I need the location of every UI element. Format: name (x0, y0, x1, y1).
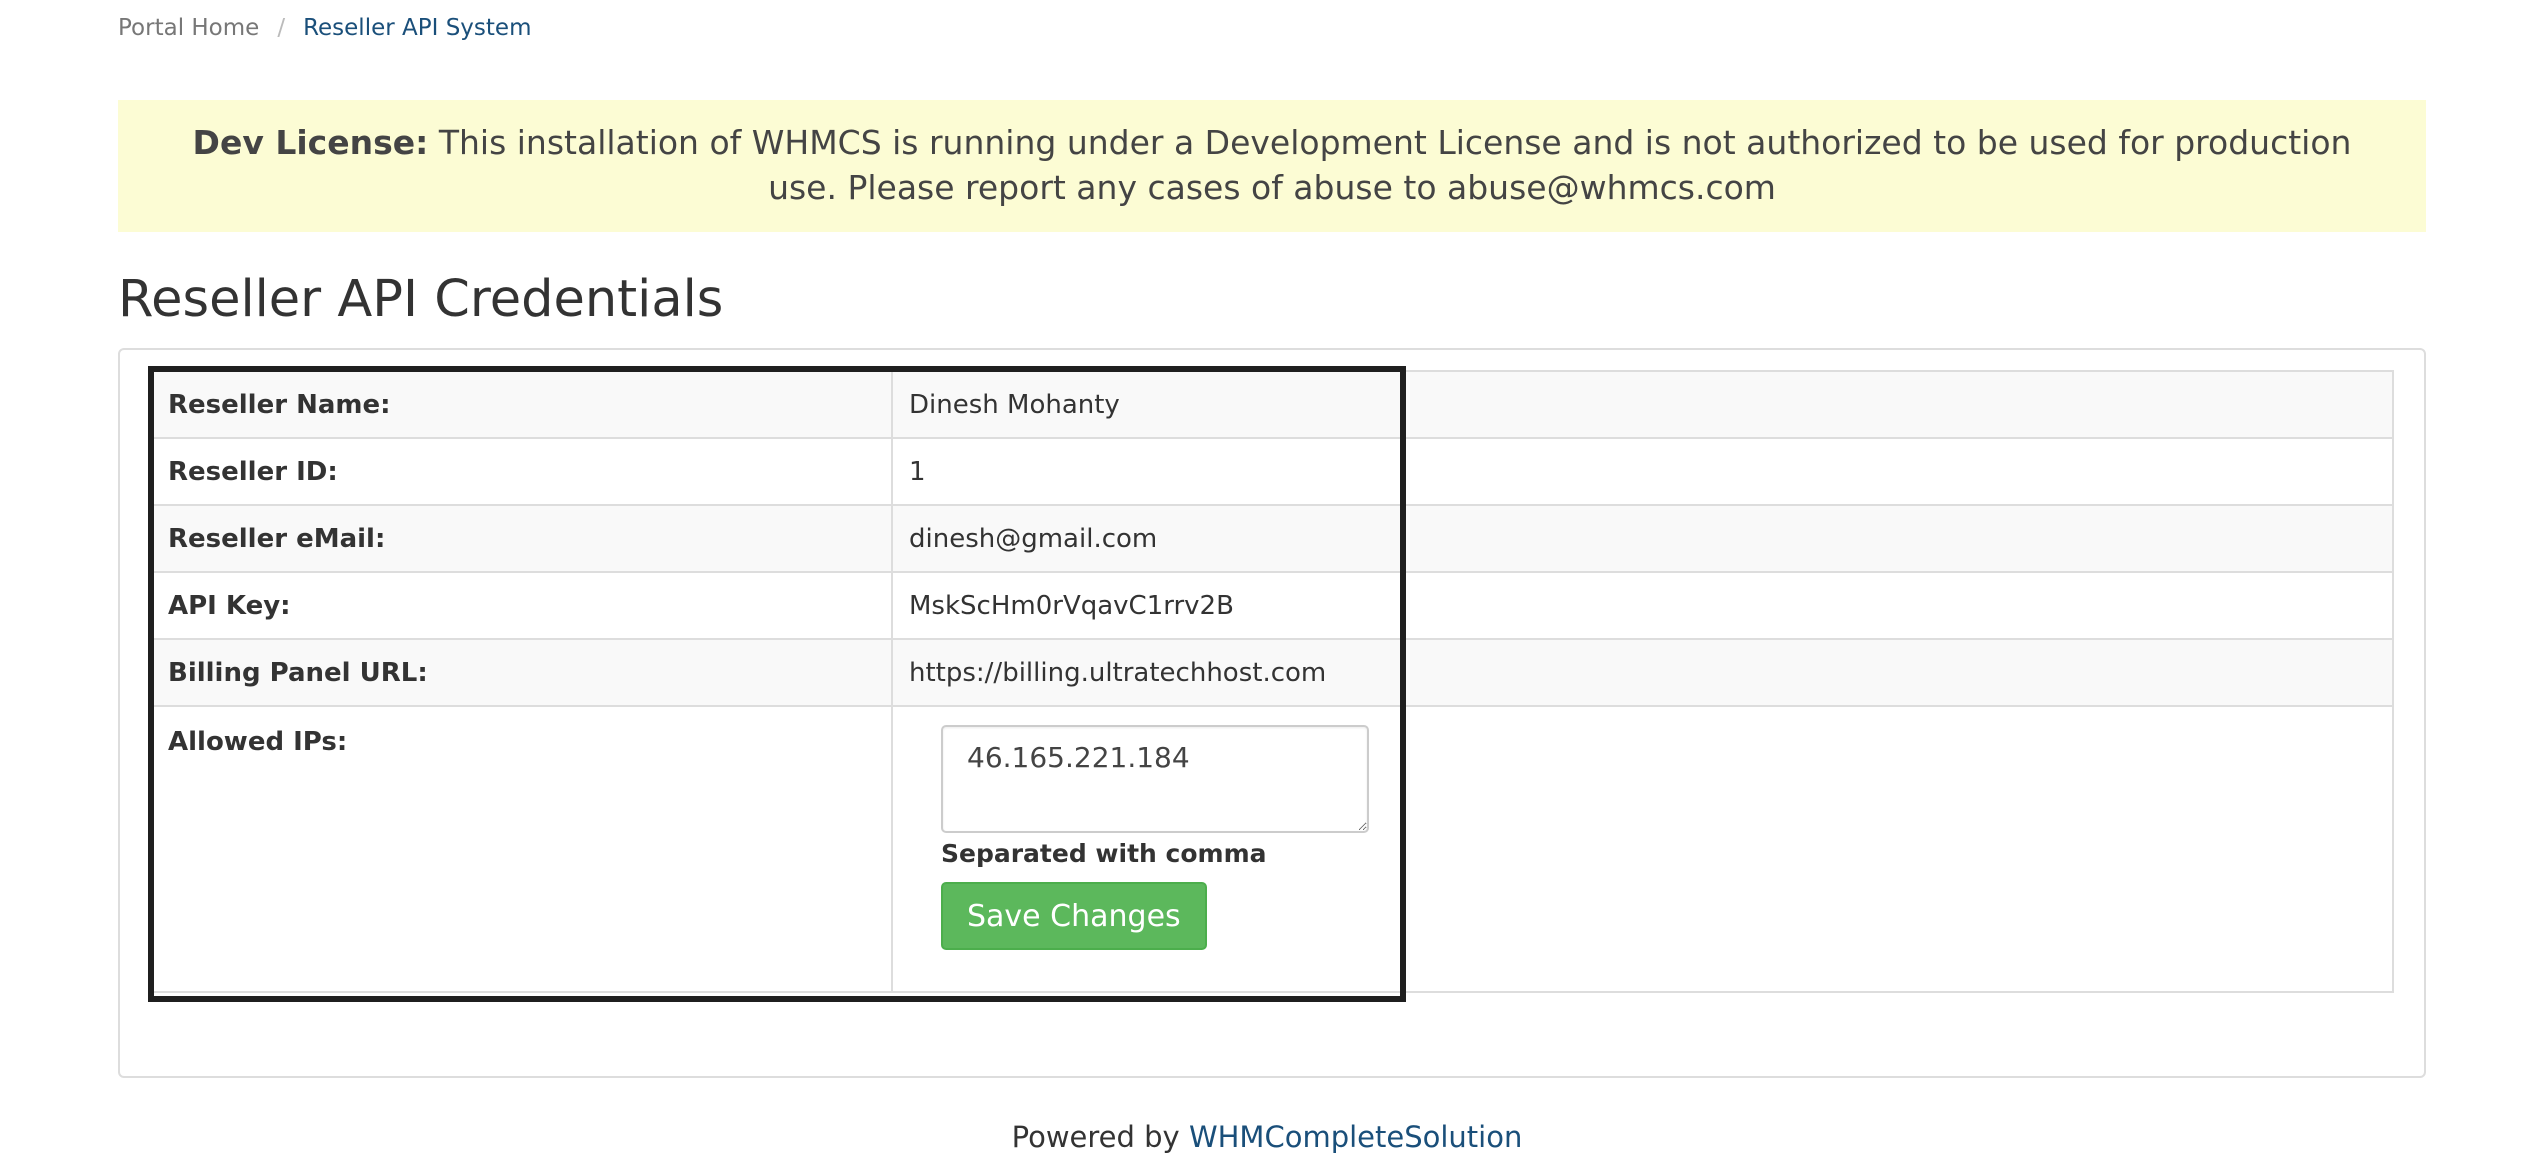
save-changes-button[interactable]: Save Changes (941, 882, 1207, 950)
allowed-ips-textarea[interactable] (941, 725, 1369, 833)
dev-license-label: Dev License: (192, 123, 429, 162)
dev-license-message: This installation of WHMCS is running un… (438, 123, 2352, 207)
footer: Powered by WHMCompleteSolution (0, 1120, 2534, 1154)
reseller-id-value: 1 (891, 437, 1406, 506)
api-key-label: API Key: (150, 571, 893, 640)
breadcrumb: Portal Home / Reseller API System (118, 12, 531, 44)
table-cell-empty (1404, 437, 2394, 506)
billing-panel-url-label: Billing Panel URL: (150, 638, 893, 707)
allowed-ips-cell: Separated with comma Save Changes (891, 705, 1406, 993)
table-row: Billing Panel URL: https://billing.ultra… (150, 638, 2394, 707)
reseller-id-label: Reseller ID: (150, 437, 893, 506)
reseller-email-value: dinesh@gmail.com (891, 504, 1406, 573)
table-cell-empty (1404, 370, 2394, 439)
api-key-value: MskScHm0rVqavC1rrv2B (891, 571, 1406, 640)
footer-whmcs-link[interactable]: WHMCompleteSolution (1189, 1120, 1522, 1154)
reseller-name-value: Dinesh Mohanty (891, 370, 1406, 439)
table-row: Allowed IPs: Separated with comma Save C… (150, 705, 2394, 993)
dev-license-alert: Dev License: This installation of WHMCS … (118, 100, 2426, 232)
allowed-ips-label: Allowed IPs: (150, 705, 893, 993)
billing-panel-url-value: https://billing.ultratechhost.com (891, 638, 1406, 707)
table-cell-empty (1404, 571, 2394, 640)
table-cell-empty (1404, 504, 2394, 573)
allowed-ips-help-text: Separated with comma (941, 839, 1267, 868)
credentials-table: Reseller Name: Dinesh Mohanty Reseller I… (150, 370, 2394, 993)
page-title: Reseller API Credentials (118, 270, 724, 329)
table-row: Reseller ID: 1 (150, 437, 2394, 506)
table-row: Reseller Name: Dinesh Mohanty (150, 370, 2394, 439)
table-row: API Key: MskScHm0rVqavC1rrv2B (150, 571, 2394, 640)
breadcrumb-separator: / (277, 15, 286, 41)
table-cell-empty (1404, 638, 2394, 707)
breadcrumb-portal-home-link[interactable]: Portal Home (118, 12, 259, 44)
table-row: Reseller eMail: dinesh@gmail.com (150, 504, 2394, 573)
reseller-name-label: Reseller Name: (150, 370, 893, 439)
reseller-email-label: Reseller eMail: (150, 504, 893, 573)
footer-powered-by: Powered by (1011, 1120, 1189, 1154)
table-cell-empty (1404, 705, 2394, 993)
breadcrumb-current: Reseller API System (303, 15, 532, 41)
